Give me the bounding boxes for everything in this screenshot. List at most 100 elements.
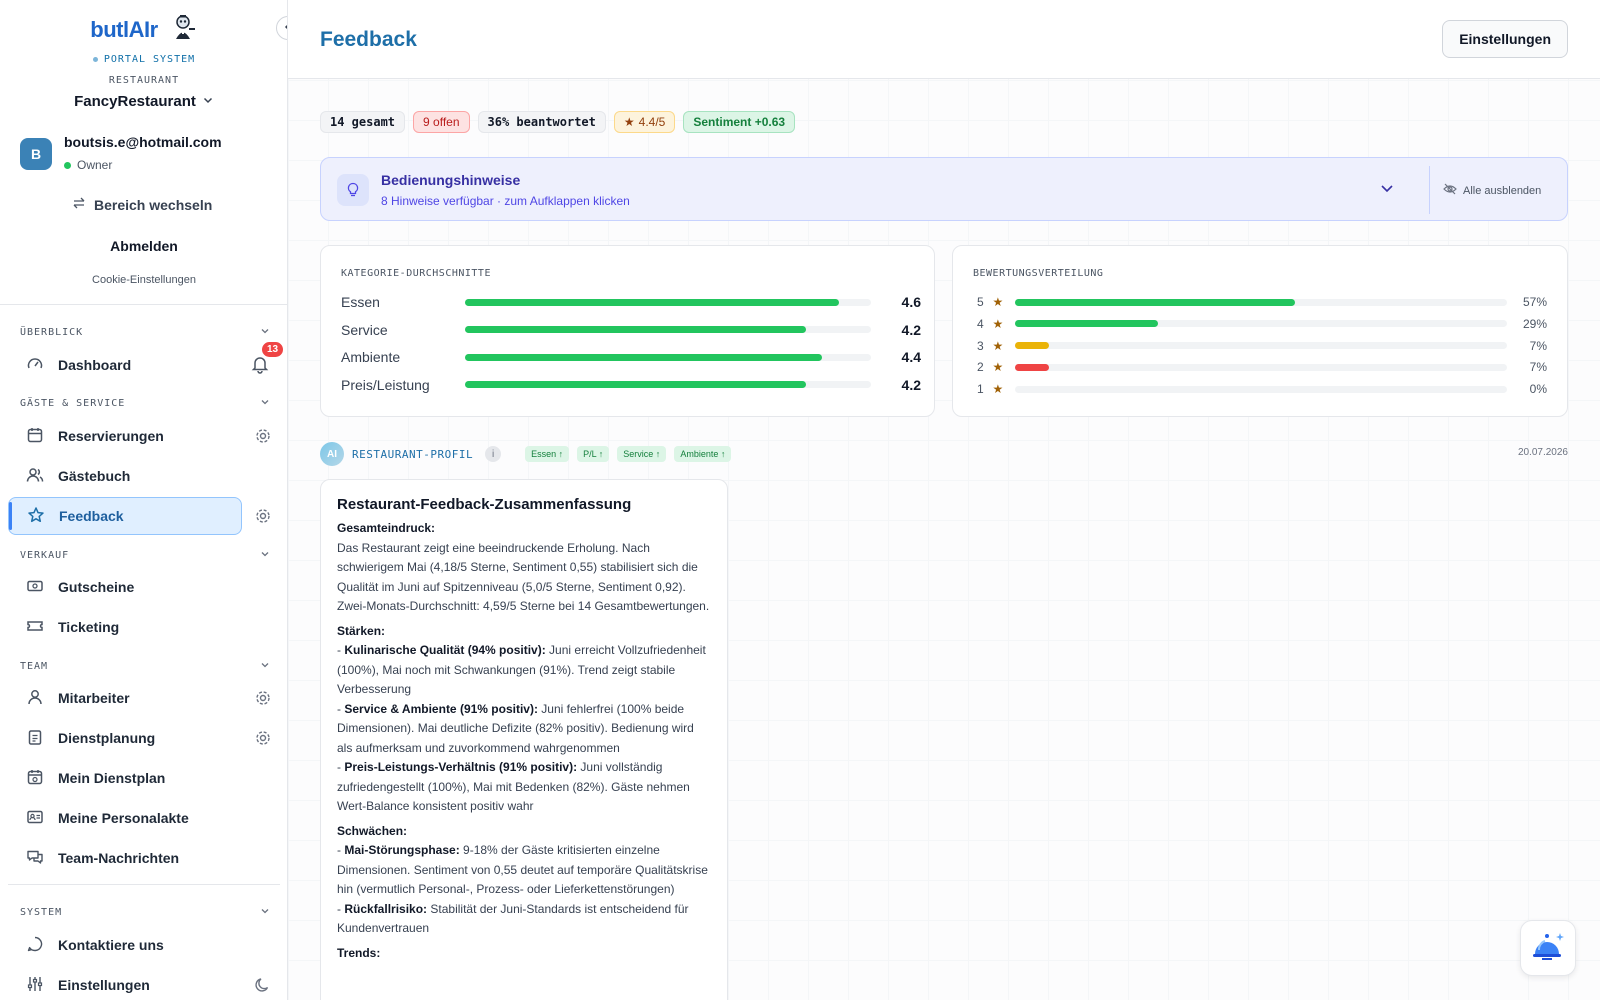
sidebar-item-contact[interactable]: Kontaktiere uns <box>8 926 242 964</box>
distribution-percent: 29% <box>1522 316 1547 331</box>
sidebar-item-label: Team-Nachrichten <box>58 850 180 866</box>
section-system[interactable]: SYSTEM <box>20 906 270 919</box>
chevron-down-icon <box>260 660 270 673</box>
star-count: 4 <box>977 316 984 331</box>
strength-item: - Kulinarische Qualität (94% positiv): J… <box>337 643 706 696</box>
id-card-icon <box>26 808 44 829</box>
info-icon[interactable]: i <box>485 446 502 462</box>
service-bell-icon <box>1530 928 1566 969</box>
sidebar-item-reservations[interactable]: Reservierungen <box>8 417 242 455</box>
answered-rate-badge[interactable]: 36% beantwortet <box>477 111 606 133</box>
star-icon: ★ <box>992 382 1004 397</box>
section-team[interactable]: TEAM <box>20 660 270 673</box>
distribution-row: 5 ★ 57% <box>977 293 1547 311</box>
section-guests-service[interactable]: GÄSTE & SERVICE <box>20 397 270 410</box>
sidebar-item-shift-planning[interactable]: Dienstplanung <box>8 719 242 757</box>
reservations-settings-gear-icon[interactable] <box>254 427 272 445</box>
sidebar-item-feedback[interactable]: Feedback <box>8 497 242 535</box>
shift-planning-settings-gear-icon[interactable] <box>254 729 272 747</box>
distribution-bar-track <box>1014 298 1508 306</box>
weakness-item: - Mai-Störungsphase: 9-18% der Gäste kri… <box>337 843 708 896</box>
restaurant-name: FancyRestaurant <box>74 93 196 110</box>
sidebar-item-label: Meine Personalakte <box>58 810 189 826</box>
sidebar-item-label: Feedback <box>59 508 124 524</box>
hide-all-hints-button[interactable]: Alle ausblenden <box>1443 182 1541 199</box>
section-label: GÄSTE & SERVICE <box>20 398 126 409</box>
star-count: 1 <box>977 382 984 397</box>
cookie-settings-link[interactable]: Cookie-Einstellungen <box>0 274 287 286</box>
strength-title: Service & Ambiente (91% positiv): <box>344 701 538 716</box>
distribution-row: 4 ★ 29% <box>977 315 1547 333</box>
usage-hints-panel[interactable]: Bedienungshinweise 8 Hinweise verfügbar … <box>320 157 1568 221</box>
overall-heading: Gesamteindruck: <box>337 521 436 535</box>
distribution-percent: 0% <box>1529 382 1547 397</box>
distribution-bar-track <box>1014 363 1508 371</box>
category-value: 4.2 <box>901 376 921 393</box>
category-bar-fill <box>465 298 839 306</box>
brand-logo[interactable]: butlAIr <box>90 12 197 48</box>
section-label: TEAM <box>20 661 49 672</box>
switch-area-label: Bereich wechseln <box>94 196 213 213</box>
sentiment-badge[interactable]: Sentiment +0.63 <box>683 111 796 133</box>
status-dot <box>92 57 98 62</box>
sidebar-item-dashboard[interactable]: Dashboard <box>8 346 242 384</box>
sidebar-item-label: Mein Dienstplan <box>58 770 166 786</box>
sidebar-item-team-messages[interactable]: Team-Nachrichten <box>8 839 242 877</box>
section-label: VERKAUF <box>20 550 70 561</box>
sidebar-item-my-schedule[interactable]: Mein Dienstplan <box>8 759 242 797</box>
trend-tag: P/L ↑ <box>577 446 610 462</box>
settings-button[interactable]: Einstellungen <box>1442 20 1568 58</box>
overall-text: Das Restaurant zeigt eine beeindruckende… <box>337 540 710 614</box>
switch-area-button[interactable]: Bereich wechseln <box>72 196 212 213</box>
sidebar-item-settings[interactable]: Einstellungen <box>8 966 242 1000</box>
weakness-title: Mai-Störungsphase: <box>344 843 460 857</box>
section-overview[interactable]: ÜBERBLICK <box>20 326 270 339</box>
distribution-row: 1 ★ 0% <box>977 380 1547 398</box>
distribution-row: 3 ★ 7% <box>977 337 1547 355</box>
feedback-settings-gear-icon[interactable] <box>254 507 272 525</box>
distribution-percent: 7% <box>1529 360 1547 375</box>
sidebar-item-vouchers[interactable]: Gutscheine <box>8 568 242 606</box>
calendar-clock-icon <box>26 768 44 789</box>
star-icon: ★ <box>992 338 1004 353</box>
sidebar-item-employees[interactable]: Mitarbeiter <box>8 679 242 717</box>
calendar-icon <box>26 426 44 447</box>
weaknesses-heading: Schwächen: <box>337 823 408 838</box>
chevron-down-icon[interactable] <box>1379 180 1395 201</box>
page-title: Feedback <box>320 28 417 51</box>
notifications-button[interactable]: 13 <box>250 342 284 376</box>
category-value: 4.6 <box>901 294 921 310</box>
star-icon: ★ <box>992 360 1004 375</box>
clipboard-icon <box>26 728 44 749</box>
trends-heading: Trends: <box>337 945 381 960</box>
employees-settings-gear-icon[interactable] <box>254 689 272 707</box>
category-averages-card: KATEGORIE-DURCHSCHNITTE Essen 4.6 Service 4… <box>320 245 935 417</box>
sidebar-item-label: Einstellungen <box>58 977 150 993</box>
avatar: B <box>20 138 52 170</box>
assistant-button[interactable] <box>1520 920 1576 976</box>
rating-value: 4.4/5 <box>638 115 666 129</box>
sidebar-item-label: Ticketing <box>58 619 120 635</box>
strength-item: - Preis-Leistungs-Verhältnis (91% positi… <box>337 760 690 813</box>
open-count-badge[interactable]: 9 offen <box>413 111 470 133</box>
logout-button[interactable]: Abmelden <box>0 238 287 254</box>
profile-label: RESTAURANT-PROFIL <box>352 447 474 461</box>
category-name: Preis/Leistung <box>341 376 430 393</box>
star-icon: ★ <box>992 316 1004 331</box>
sidebar-item-personnel-file[interactable]: Meine Personalakte <box>8 799 242 837</box>
user-role: Owner <box>77 158 113 172</box>
category-name: Essen <box>341 294 380 310</box>
dark-mode-toggle-moon-icon[interactable] <box>254 976 272 994</box>
card-label: BEWERTUNGSVERTEILUNG <box>973 268 1104 279</box>
restaurant-selector[interactable]: FancyRestaurant <box>0 93 287 110</box>
feedback-summary-card: Restaurant-Feedback-Zusammenfassung Gesa… <box>320 479 728 1000</box>
stats-bar: 14 gesamt 9 offen 36% beantwortet ★ 4.4/… <box>320 111 796 133</box>
chevron-down-icon <box>260 397 270 410</box>
section-sales[interactable]: VERKAUF <box>20 549 270 562</box>
distribution-bar-fill <box>1014 363 1050 371</box>
sidebar-item-guestbook[interactable]: Gästebuch <box>8 457 242 495</box>
star-count: 2 <box>977 360 984 375</box>
total-count-badge[interactable]: 14 gesamt <box>320 111 406 133</box>
rating-badge[interactable]: ★ 4.4/5 <box>613 111 676 133</box>
sidebar-item-ticketing[interactable]: Ticketing <box>8 608 242 646</box>
